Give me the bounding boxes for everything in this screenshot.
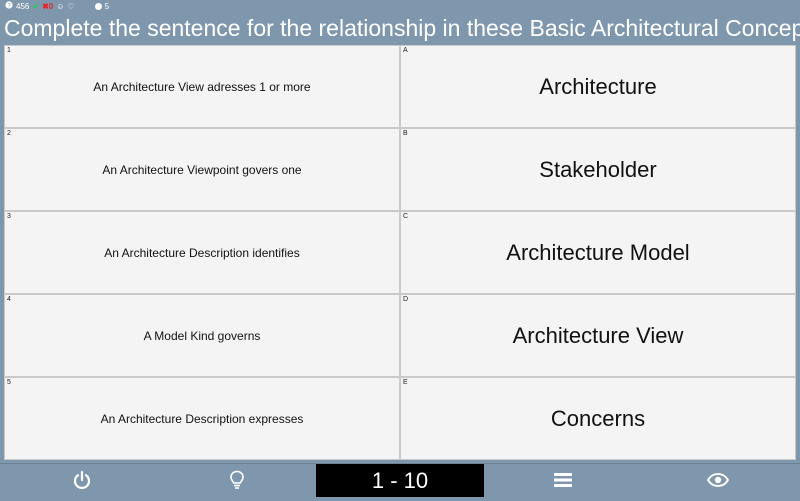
right-item-index: C [403, 213, 409, 220]
heart-icon: ♡ [67, 1, 75, 11]
left-item-index: 3 [7, 213, 11, 220]
right-item-text: Architecture Model [506, 239, 690, 265]
right-item-b[interactable]: B Stakeholder [400, 128, 796, 211]
right-item-c[interactable]: C Architecture Model [400, 211, 796, 294]
right-item-text: Stakeholder [539, 156, 657, 182]
eye-icon [706, 473, 730, 492]
reveal-button[interactable] [688, 464, 748, 501]
status-bar: ? 456 ✔ ✖0 ☺ ♡ 5 [0, 0, 800, 12]
left-item-index: 2 [7, 130, 11, 137]
lives-dot-icon [94, 2, 102, 10]
left-item-2[interactable]: 2 An Architecture Viewpoint govers one [4, 128, 400, 211]
left-item-1[interactable]: 1 An Architecture View adresses 1 or mor… [4, 45, 400, 128]
right-item-index: A [403, 47, 408, 54]
check-icon: ✔ [32, 1, 40, 11]
bottom-toolbar: 1 - 10 [0, 463, 800, 501]
question-counter: 1 - 10 [316, 464, 484, 497]
right-item-text: Concerns [550, 405, 646, 431]
right-item-index: E [403, 379, 408, 386]
left-item-text: An Architecture Description identifies [104, 245, 300, 260]
correct-count: ✔ [32, 2, 39, 11]
right-item-d[interactable]: D Architecture View [400, 294, 796, 377]
power-button[interactable] [52, 464, 112, 501]
right-item-index: D [403, 296, 409, 303]
smiley-icon: ☺ [56, 1, 65, 11]
right-item-text: Architecture View [512, 322, 684, 348]
cross-icon: ✖ [42, 1, 49, 11]
left-item-5[interactable]: 5 An Architecture Description expresses [4, 377, 400, 460]
right-item-e[interactable]: E Concerns [400, 377, 796, 460]
left-item-4[interactable]: 4 A Model Kind governs [4, 294, 400, 377]
matching-grid: 1 An Architecture View adresses 1 or mor… [4, 45, 796, 460]
help-icon: ? [5, 1, 13, 11]
wrong-count: ✖0 [42, 1, 54, 11]
right-item-a[interactable]: A Architecture [400, 45, 796, 128]
menu-button[interactable] [533, 464, 593, 501]
left-item-index: 5 [7, 379, 11, 386]
left-item-index: 4 [7, 296, 11, 303]
left-item-text: An Architecture Description expresses [100, 411, 304, 426]
page-title: Complete the sentence for the relationsh… [4, 15, 800, 41]
left-item-3[interactable]: 3 An Architecture Description identifies [4, 211, 400, 294]
left-item-text: A Model Kind governs [143, 328, 261, 343]
left-item-index: 1 [7, 47, 11, 54]
right-item-text: Architecture [539, 73, 657, 99]
left-item-text: An Architecture Viewpoint govers one [102, 162, 302, 177]
lightbulb-icon [229, 470, 245, 495]
lives-count: 5 [104, 1, 110, 11]
power-icon [72, 470, 92, 495]
questions-count: 456 [16, 1, 30, 11]
menu-icon [554, 472, 572, 493]
left-item-text: An Architecture View adresses 1 or more [93, 79, 311, 94]
right-item-index: B [403, 130, 408, 137]
hint-button[interactable] [207, 464, 267, 501]
